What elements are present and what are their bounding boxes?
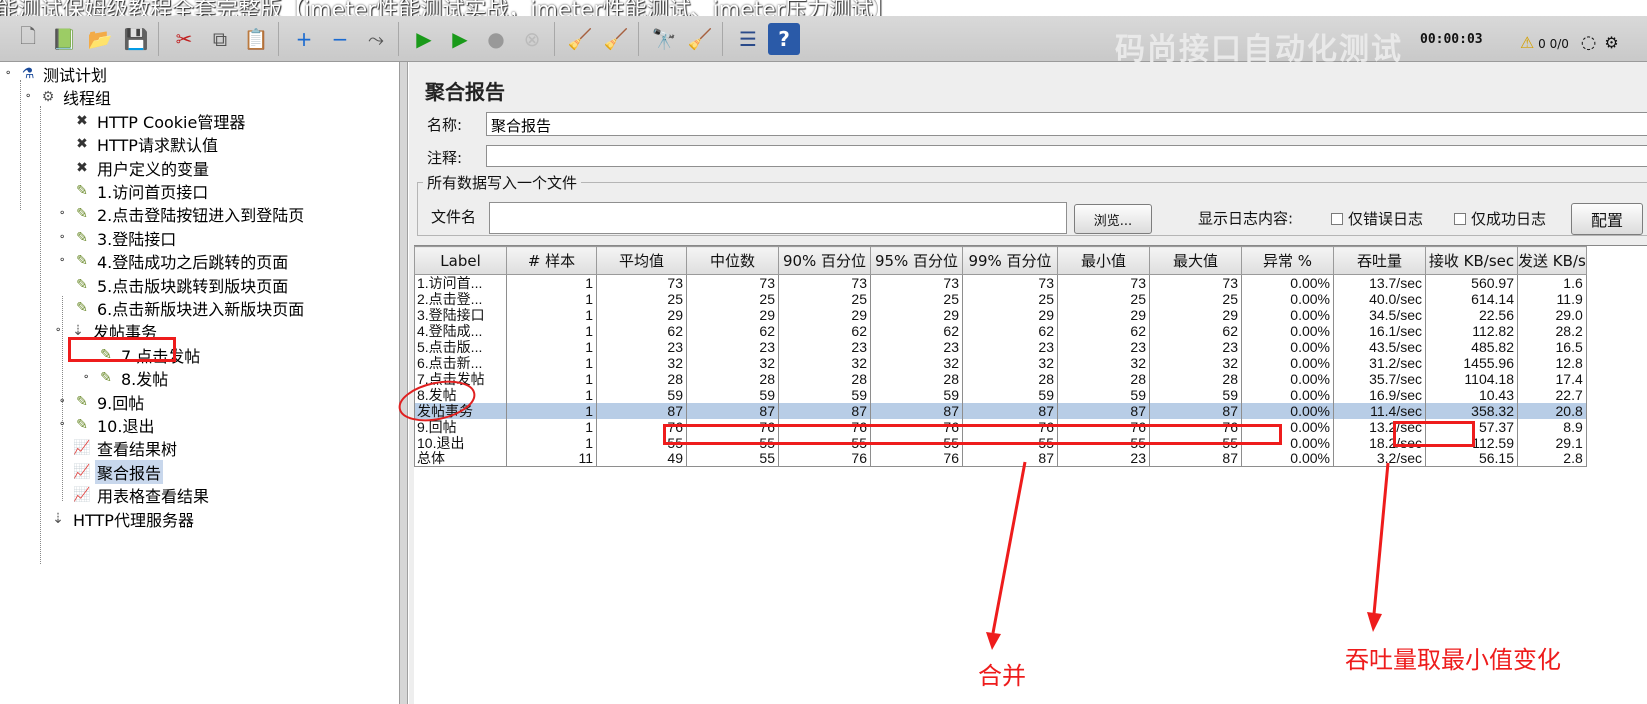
throughput-arrow-shaft [1372,462,1390,615]
red-ellipse [398,380,476,422]
throughput-arrowhead [1367,612,1382,632]
annotation-overlay [398,380,1390,650]
merge-annotation: 合并 [978,662,1026,690]
merge-arrowhead [986,632,1001,650]
throughput-annotation: 吞吐量取最小值变化 [1345,646,1561,674]
merge-arrow-shaft [991,461,1027,634]
